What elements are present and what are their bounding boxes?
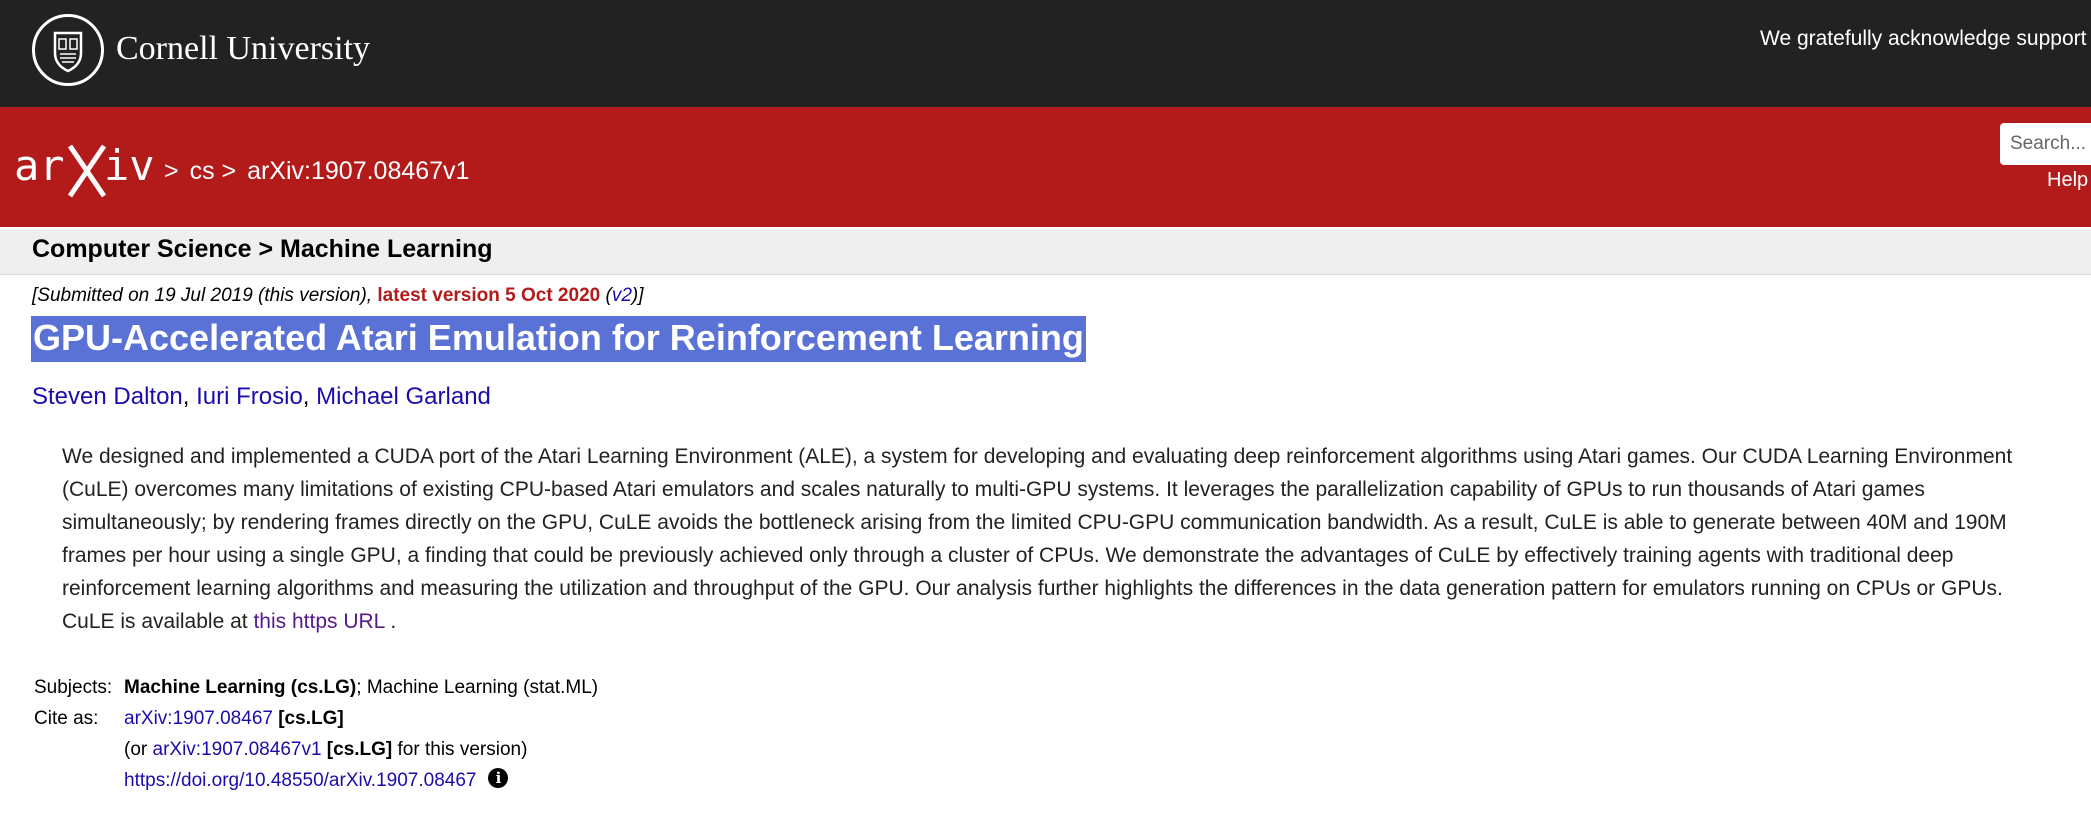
svg-text:ar: ar <box>14 141 65 190</box>
author-sep: , <box>182 383 197 410</box>
abstract-text: We designed and implemented a CUDA port … <box>62 445 2013 633</box>
breadcrumb-sep: > <box>164 157 179 185</box>
abstract: We designed and implemented a CUDA port … <box>62 440 2047 638</box>
subjects-value: Machine Learning (cs.LG); Machine Learni… <box>124 672 598 703</box>
version-open: (or <box>124 739 153 760</box>
breadcrumb-cs[interactable]: cs <box>190 157 215 185</box>
cite-id-link[interactable]: arXiv:1907.08467 <box>124 708 273 729</box>
breadcrumb: > cs > arXiv:1907.08467v1 <box>164 157 473 186</box>
submitted-date: [Submitted on 19 Jul 2019 (this version)… <box>32 285 378 306</box>
breadcrumb-sep: > <box>221 157 237 185</box>
version-value: (or arXiv:1907.08467v1 [cs.LG] for this … <box>124 734 527 765</box>
doi-link[interactable]: https://doi.org/10.48550/arXiv.1907.0846… <box>124 770 476 791</box>
author-link[interactable]: Iuri Frosio <box>196 383 303 410</box>
search-input[interactable] <box>2000 123 2091 165</box>
dateline-close: )] <box>631 285 644 306</box>
author-list: Steven Dalton, Iuri Frosio, Michael Garl… <box>32 383 491 411</box>
university-name-link[interactable]: Cornell University <box>116 30 370 68</box>
primary-subject: Machine Learning (cs.LG) <box>124 677 357 698</box>
svg-text:iv: iv <box>104 141 155 190</box>
dateline-paren: ( <box>600 285 612 306</box>
doi-value: https://doi.org/10.48550/arXiv.1907.0846… <box>124 765 509 796</box>
subjects-label: Subjects: <box>34 677 113 698</box>
paper-title: GPU-Accelerated Atari Emulation for Rein… <box>31 316 1086 362</box>
dateline: [Submitted on 19 Jul 2019 (this version)… <box>32 285 644 307</box>
support-acknowledgement: We gratefully acknowledge support fron <box>1760 27 2091 50</box>
subject-heading: Computer Science > Machine Learning <box>32 235 493 263</box>
cite-label: Cite as: <box>34 708 99 729</box>
breadcrumb-paper-id: arXiv:1907.08467v1 <box>247 157 470 185</box>
abstract-end: . <box>384 610 397 633</box>
version-tag: [cs.LG] <box>321 739 393 760</box>
cite-value: arXiv:1907.08467 [cs.LG] <box>124 703 344 734</box>
code-url-link[interactable]: this https URL <box>253 610 384 633</box>
latest-version: latest version 5 Oct 2020 <box>377 285 601 306</box>
other-subjects: ; Machine Learning (stat.ML) <box>356 677 599 698</box>
version-id-link[interactable]: arXiv:1907.08467v1 <box>153 739 322 760</box>
author-link[interactable]: Michael Garland <box>316 383 491 410</box>
version-v2-link[interactable]: v2 <box>612 285 632 306</box>
top-header: Cornell University We gratefully acknowl… <box>0 0 2091 107</box>
arxiv-logo[interactable]: ar iv <box>14 138 158 207</box>
cite-tag: [cs.LG] <box>272 708 344 729</box>
version-close: for this version) <box>392 739 528 760</box>
author-sep: , <box>302 383 317 410</box>
info-icon[interactable]: i <box>488 767 509 788</box>
cornell-seal-icon[interactable] <box>32 14 104 86</box>
help-link[interactable]: Help <box>2047 169 2088 192</box>
author-link[interactable]: Steven Dalton <box>32 383 183 410</box>
